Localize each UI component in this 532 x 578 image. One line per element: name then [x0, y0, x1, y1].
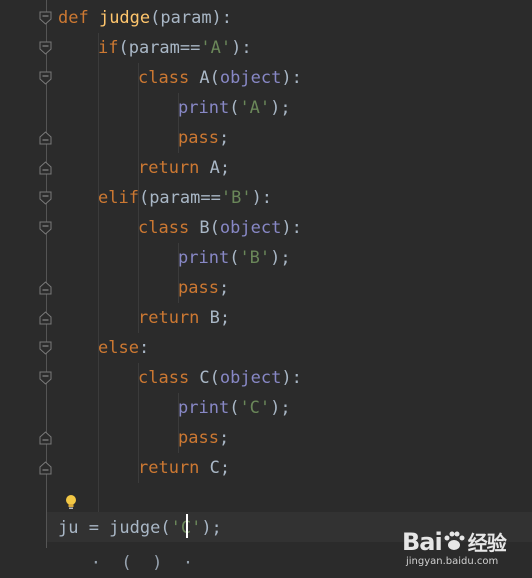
- code-token: class: [138, 68, 200, 88]
- fold-marker-icon[interactable]: [39, 311, 52, 325]
- code-token: elif: [98, 188, 139, 208]
- code-token: class: [138, 368, 200, 388]
- code-token: else: [98, 338, 139, 358]
- code-token: print: [178, 98, 230, 118]
- code-line[interactable]: return C;: [138, 453, 230, 483]
- code-token: );: [270, 98, 291, 118]
- indent-guide: [98, 33, 99, 513]
- code-token: A(: [199, 68, 220, 88]
- code-line[interactable]: print('B');: [178, 243, 291, 273]
- baidu-jingyan-watermark: Bai 经验 jingyan.baidu.com: [402, 523, 524, 569]
- code-line[interactable]: pass;: [178, 423, 229, 453]
- code-token: return: [138, 458, 210, 478]
- code-token: object: [219, 368, 282, 388]
- code-token: B;: [209, 308, 231, 328]
- code-token: 'B': [220, 188, 252, 208]
- code-line[interactable]: elif(param=='B'):: [98, 183, 272, 213]
- code-token: A;: [209, 158, 231, 178]
- fold-marker-icon[interactable]: [39, 371, 52, 385]
- code-line[interactable]: ju = judge('C');: [58, 513, 222, 543]
- code-token: print: [178, 398, 230, 418]
- code-token: );: [270, 248, 291, 268]
- lightbulb-icon[interactable]: [64, 494, 78, 510]
- code-token: C;: [209, 458, 231, 478]
- code-line[interactable]: print('C');: [178, 393, 291, 423]
- code-token: return: [138, 308, 210, 328]
- fold-marker-icon[interactable]: [39, 431, 52, 445]
- code-token: );: [201, 518, 222, 538]
- code-token: C(: [199, 368, 220, 388]
- code-token: ):: [231, 38, 252, 58]
- code-token: if: [98, 38, 119, 58]
- watermark-suffix: 经验: [467, 531, 507, 555]
- fold-marker-icon[interactable]: [39, 41, 52, 55]
- code-token: pass: [178, 278, 219, 298]
- code-token: def: [58, 8, 99, 28]
- code-token: (param==: [118, 38, 201, 58]
- code-token: ):: [281, 218, 302, 238]
- code-line[interactable]: else:: [98, 333, 149, 363]
- code-line[interactable]: return B;: [138, 303, 230, 333]
- code-token: ):: [281, 68, 302, 88]
- code-token: pass: [178, 128, 219, 148]
- code-token: (param):: [150, 8, 233, 28]
- fold-marker-icon[interactable]: [39, 71, 52, 85]
- watermark-logo: Bai 经验: [402, 527, 507, 556]
- text-caret: [186, 514, 188, 538]
- code-token: class: [138, 218, 200, 238]
- code-line[interactable]: if(param=='A'):: [98, 33, 252, 63]
- code-token: 'A': [239, 98, 271, 118]
- code-token: ;: [218, 128, 230, 148]
- code-token: ju = judge(: [58, 518, 171, 538]
- fold-marker-icon[interactable]: [39, 161, 52, 175]
- code-line[interactable]: class C(object):: [138, 363, 302, 393]
- code-token: (: [229, 248, 240, 268]
- code-line[interactable]: class B(object):: [138, 213, 302, 243]
- code-token: return: [138, 158, 210, 178]
- code-token: pass: [178, 428, 219, 448]
- code-token: ):: [281, 368, 302, 388]
- code-token: ;: [218, 278, 230, 298]
- code-line[interactable]: return A;: [138, 153, 230, 183]
- code-line[interactable]: print('A');: [178, 93, 291, 123]
- code-token: ):: [251, 188, 273, 208]
- code-token: B(: [199, 218, 220, 238]
- code-token: (: [229, 98, 240, 118]
- code-token: print: [178, 248, 230, 268]
- partial-next-line: · ( ) ·: [60, 553, 194, 573]
- fold-marker-icon[interactable]: [39, 221, 52, 235]
- fold-marker-icon[interactable]: [39, 11, 52, 25]
- fold-marker-icon[interactable]: [39, 341, 52, 355]
- code-line[interactable]: pass;: [178, 273, 229, 303]
- fold-marker-icon[interactable]: [39, 461, 52, 475]
- code-token: (param==: [138, 188, 221, 208]
- code-token: 'A': [200, 38, 232, 58]
- code-token: );: [270, 398, 291, 418]
- watermark-url: jingyan.baidu.com: [406, 556, 499, 567]
- code-token: ;: [218, 428, 230, 448]
- code-line[interactable]: pass;: [178, 123, 229, 153]
- code-token: judge: [98, 8, 151, 28]
- code-token: :: [138, 338, 150, 358]
- code-line[interactable]: def judge(param):: [58, 3, 232, 33]
- fold-marker-icon[interactable]: [39, 191, 52, 205]
- watermark-logo-text: Bai: [402, 528, 443, 556]
- code-token: 'B': [239, 248, 271, 268]
- code-token: 'C': [239, 398, 271, 418]
- fold-marker-icon[interactable]: [39, 131, 52, 145]
- paw-icon: [442, 529, 466, 553]
- fold-marker-icon[interactable]: [39, 281, 52, 295]
- code-token: object: [219, 218, 282, 238]
- code-line[interactable]: class A(object):: [138, 63, 302, 93]
- code-token: (: [229, 398, 240, 418]
- code-token: object: [219, 68, 282, 88]
